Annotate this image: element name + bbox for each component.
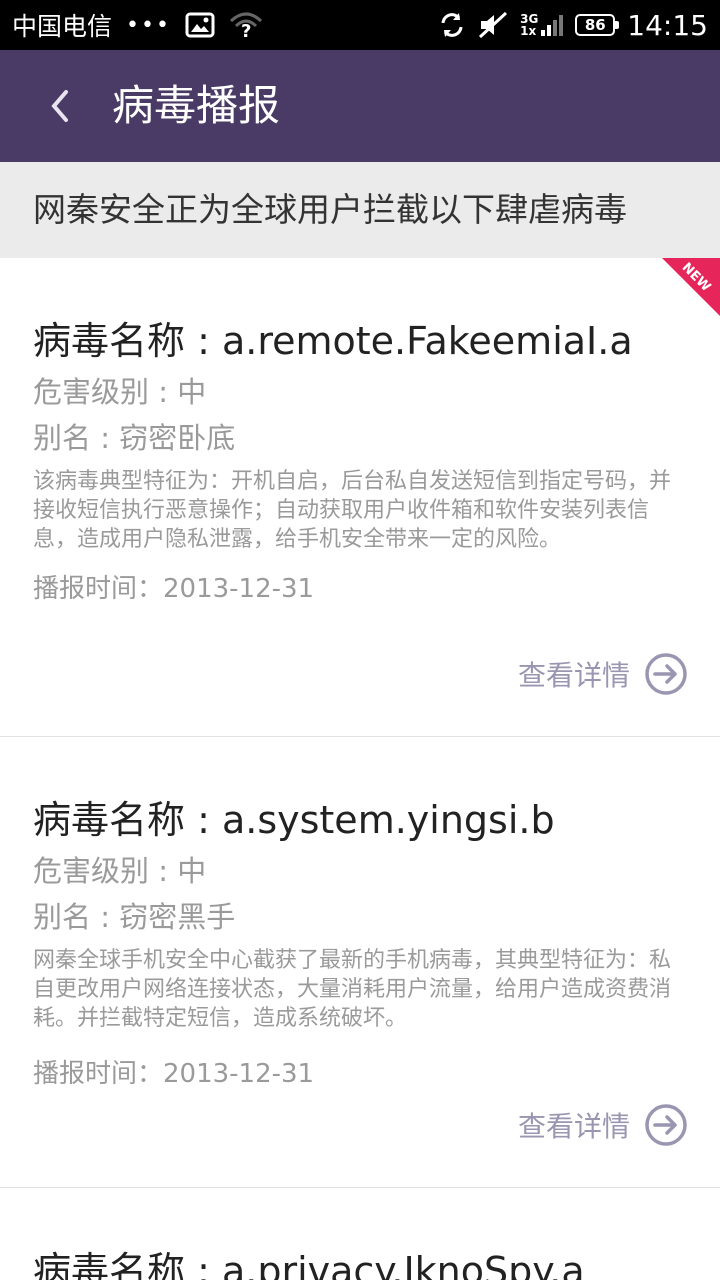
virus-alias: 别名 : 窃密卧底 (33, 421, 236, 455)
virus-level: 危害级别 : 中 (33, 375, 207, 409)
notification-dots: ••• (126, 12, 171, 38)
arrow-right-circle-icon (645, 653, 687, 695)
virus-card: 病毒名称 : a.privacy.IknoSpy.a (0, 1188, 720, 1280)
virus-description: 该病毒典型特征为：开机自启，后台私自发送短信到指定号码，并接收短信执行恶意操作；… (33, 469, 672, 552)
virus-card: 病毒名称 : a.system.yingsi.b 危害级别 : 中 别名 : 窃… (0, 737, 720, 1188)
arrow-right-circle-icon (645, 1104, 687, 1146)
view-details-label: 查看详情 (517, 659, 630, 692)
page-title: 病毒播报 (112, 81, 281, 130)
sync-icon (441, 13, 463, 37)
view-details-button[interactable]: 查看详情 (518, 652, 688, 696)
virus-level: 危害级别 : 中 (33, 854, 207, 888)
network-subtype: 1x (520, 24, 537, 38)
new-badge: NEW (662, 258, 720, 316)
battery-icon: 86 (575, 14, 620, 36)
virus-card: NEW 病毒名称 : a.remote.FakeemiaI.a 危害级别 : 中… (0, 258, 720, 737)
view-details-label: 查看详情 (517, 1110, 630, 1143)
mute-icon (479, 11, 508, 39)
back-button[interactable] (40, 76, 80, 136)
status-bar: 中国电信 ••• ? 3G 1x 86 14:15 (0, 0, 720, 50)
title-bar: 病毒播报 (0, 50, 720, 162)
chevron-left-icon (51, 90, 68, 122)
image-icon (185, 12, 215, 38)
network-indicator: 3G 1x (520, 13, 564, 38)
broadcast-time: 播报时间：2013-12-31 (33, 1059, 315, 1089)
signal-icon (541, 14, 564, 36)
virus-alias: 别名 : 窃密黑手 (33, 900, 236, 934)
broadcast-time: 播报时间：2013-12-31 (33, 574, 315, 604)
virus-name: 病毒名称 : a.system.yingsi.b (33, 798, 555, 842)
clock: 14:15 (627, 8, 708, 42)
virus-description: 网秦全球手机安全中心截获了最新的手机病毒，其典型特征为：私自更改用户网络连接状态… (33, 948, 672, 1031)
wifi-question-icon: ? (229, 12, 262, 39)
virus-name: 病毒名称 : a.privacy.IknoSpy.a (33, 1249, 585, 1280)
view-details-button[interactable]: 查看详情 (518, 1103, 688, 1147)
svg-text:?: ? (241, 21, 251, 39)
carrier-label: 中国电信 (12, 12, 113, 41)
virus-name: 病毒名称 : a.remote.FakeemiaI.a (33, 319, 633, 363)
battery-level: 86 (584, 16, 606, 34)
info-banner: 网秦安全正为全球用户拦截以下肆虐病毒 (0, 162, 720, 258)
